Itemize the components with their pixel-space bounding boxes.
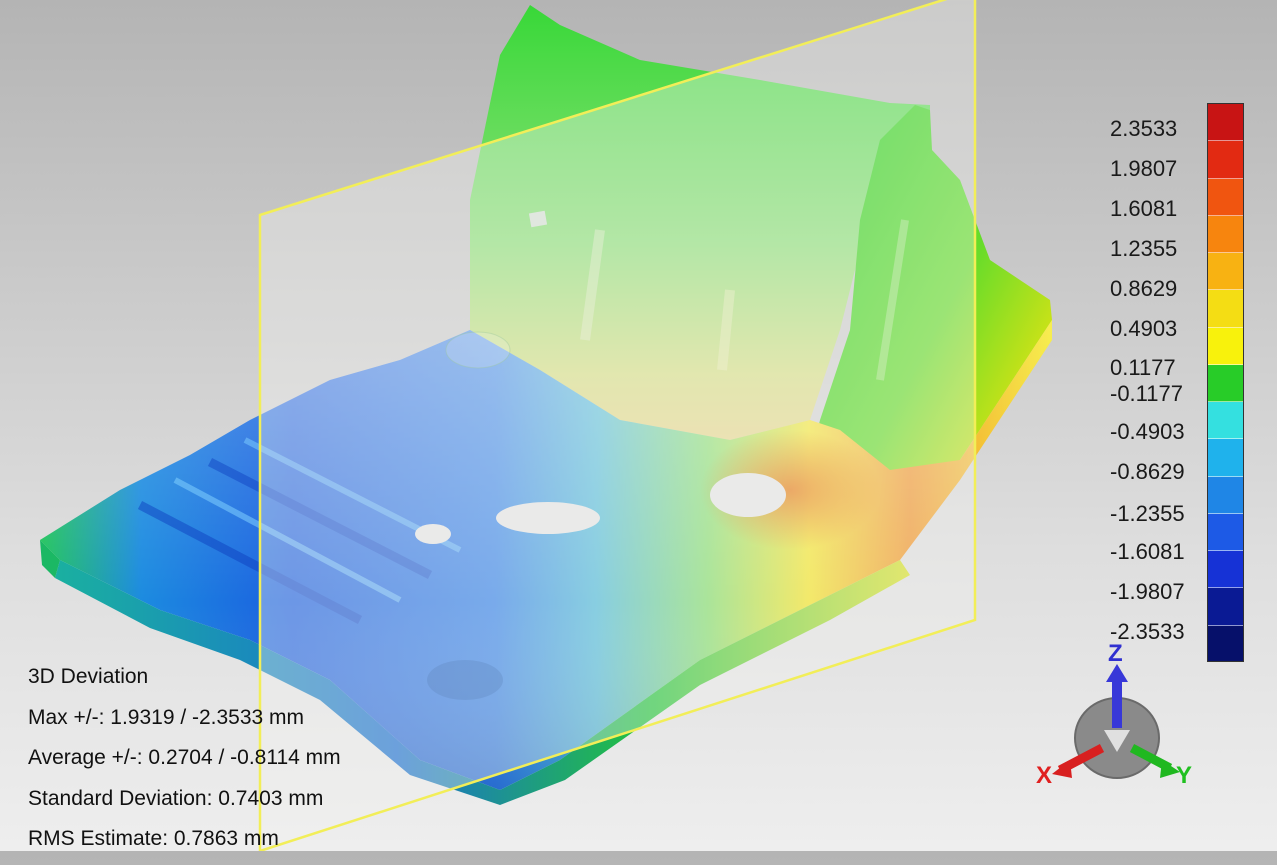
axis-triad[interactable]: Z X Y <box>1030 640 1200 800</box>
legend-label: -0.8629 <box>1110 459 1185 484</box>
legend-segment <box>1208 327 1243 365</box>
legend-label: -1.2355 <box>1110 501 1185 526</box>
legend-label: -0.4903 <box>1110 419 1185 444</box>
stats-title: 3D Deviation <box>28 665 149 688</box>
legend-segment <box>1208 439 1243 477</box>
x-axis-label: X <box>1036 762 1053 789</box>
legend-label: 1.6081 <box>1110 196 1178 221</box>
legend-label: -0.1177 <box>1110 381 1183 406</box>
stats-max: Max +/-: 1.9319 / -2.3533 mm <box>28 705 305 729</box>
legend-label: 0.1177 <box>1110 355 1176 380</box>
legend-label: -1.9807 <box>1110 579 1185 604</box>
legend-segment <box>1208 513 1243 552</box>
legend-label: 2.3533 <box>1110 116 1178 141</box>
legend-segment <box>1208 141 1243 179</box>
z-axis-arrow <box>1112 678 1122 728</box>
legend-segment <box>1208 253 1243 291</box>
legend-label: 1.9807 <box>1110 156 1178 181</box>
legend-segment <box>1208 104 1243 142</box>
legend-segment <box>1208 625 1243 661</box>
deviation-stats: 3D Deviation Max +/-: 1.9319 / -2.3533 m… <box>28 662 341 865</box>
stats-rms: RMS Estimate: 0.7863 mm <box>28 827 279 850</box>
legend-segment <box>1208 476 1243 514</box>
legend-label: 0.8629 <box>1110 276 1178 301</box>
legend-segment <box>1208 402 1243 440</box>
legend-segment <box>1208 551 1243 589</box>
legend-segment <box>1208 588 1243 626</box>
stats-average: Average +/-: 0.2704 / -0.8114 mm <box>28 746 341 769</box>
section-plane <box>258 0 977 851</box>
stats-std-dev: Standard Deviation: 0.7403 mm <box>28 786 324 810</box>
legend-segment <box>1208 178 1243 216</box>
legend-label: 0.4903 <box>1110 316 1178 341</box>
legend-segment <box>1208 364 1243 403</box>
z-axis-label: Z <box>1108 640 1123 667</box>
y-axis-label: Y <box>1176 762 1193 789</box>
color-legend-bar <box>1207 103 1244 662</box>
legend-segment <box>1208 290 1243 328</box>
legend-segment <box>1208 215 1243 254</box>
legend-label: -1.6081 <box>1110 539 1185 564</box>
legend-label: 1.2355 <box>1110 236 1178 261</box>
